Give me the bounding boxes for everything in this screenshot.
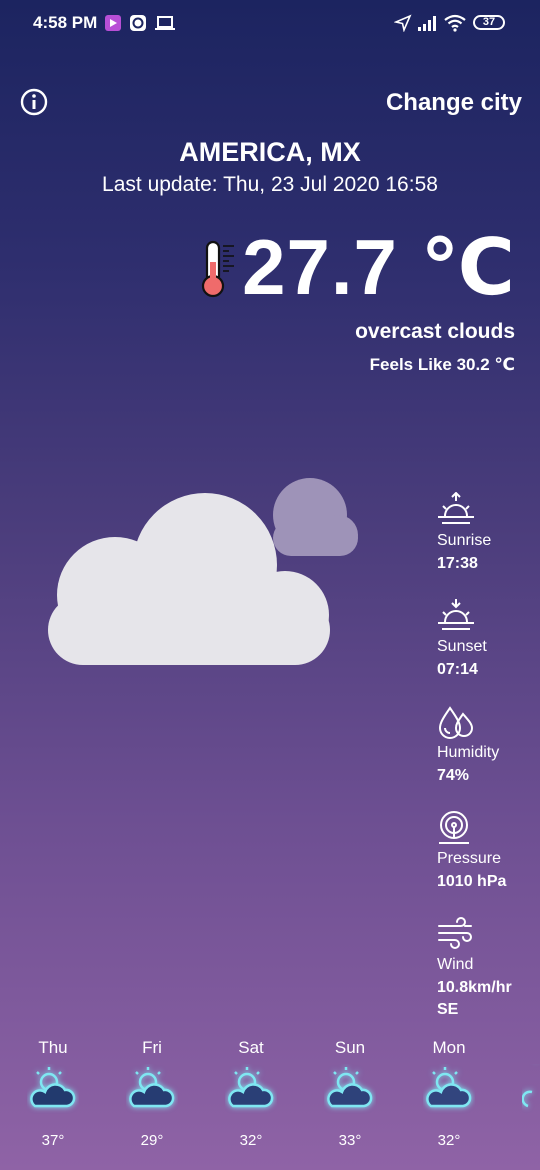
wind-speed: 10.8km/hr [437,979,512,996]
forecast-day-label: Sat [238,1038,264,1057]
forecast-day-item[interactable]: Sun 33° [315,1038,385,1149]
pressure-label: Pressure [437,850,502,867]
humidity-icon [438,706,474,739]
humidity-value: 74% [437,767,470,784]
forecast-day-item[interactable]: Fri 29° [117,1038,187,1149]
sunrise-value: 17:38 [437,555,478,572]
sunrise-label: Sunrise [437,532,492,549]
forecast-day-label: Sun [334,1038,366,1057]
feels-like: Feels Like 30.2 ℃ [369,355,515,374]
pressure-icon [439,811,469,844]
detail-pressure: Pressure 1010 hPa [437,810,537,893]
current-temperature: 27.7 ℃ [242,223,516,311]
forecast-day-item[interactable]: Mon 32° [414,1038,484,1149]
detail-sunrise: Sunrise 17:38 [437,492,537,575]
location-arrow-icon [394,14,412,32]
forecast-temp: 32° [437,1132,461,1149]
partly-cloudy-icon [426,1067,472,1108]
forecast-day-item[interactable]: Thu 37° [18,1038,88,1149]
wind-value: 10.8km/hr SE [437,977,537,1021]
wind-icon [438,917,472,949]
forecast-temp: 37° [41,1132,65,1149]
wind-label: Wind [437,956,474,973]
weather-description: overcast clouds [355,320,515,343]
forecast-day-item[interactable]: Sat 32° [216,1038,286,1149]
sunset-icon [438,599,474,630]
sunset-value: 07:14 [437,661,478,678]
city-name: AMERICA, MX [179,137,361,167]
forecast-day-label: Thu [38,1038,68,1057]
media-app-icon [105,15,121,31]
forecast-next-partial-icon [522,1090,533,1108]
battery-icon: 37 [473,15,505,30]
detail-sunset: Sunset 07:14 [437,598,537,681]
laptop-icon [155,16,175,30]
partly-cloudy-icon [327,1067,373,1108]
last-update-text: Last update: Thu, 23 Jul 2020 16:58 [102,173,438,196]
partly-cloudy-icon [129,1067,175,1108]
forecast-day-label: Fri [142,1038,162,1057]
wifi-icon [444,14,466,32]
detail-wind: Wind 10.8km/hr SE [437,916,537,1021]
partly-cloudy-icon [30,1067,76,1108]
forecast-temp: 32° [239,1132,263,1149]
signal-icon [418,16,436,31]
detail-humidity: Humidity 74% [437,704,537,787]
sunset-label: Sunset [437,638,487,655]
thermometer-icon [201,240,234,298]
circle-app-icon [130,15,146,31]
forecast-temp: 33° [338,1132,362,1149]
humidity-label: Humidity [437,744,500,761]
sunrise-icon [438,492,474,524]
change-city-button[interactable]: Change city [386,89,522,117]
overcast-cloud-icon [48,478,358,665]
partly-cloudy-icon [228,1067,274,1108]
info-button[interactable] [20,88,48,116]
forecast-day-label: Mon [432,1038,466,1057]
pressure-value: 1010 hPa [437,873,507,890]
forecast-temp: 29° [140,1132,164,1149]
status-time: 4:58 PM [33,13,98,32]
wind-direction: SE [437,1001,459,1018]
